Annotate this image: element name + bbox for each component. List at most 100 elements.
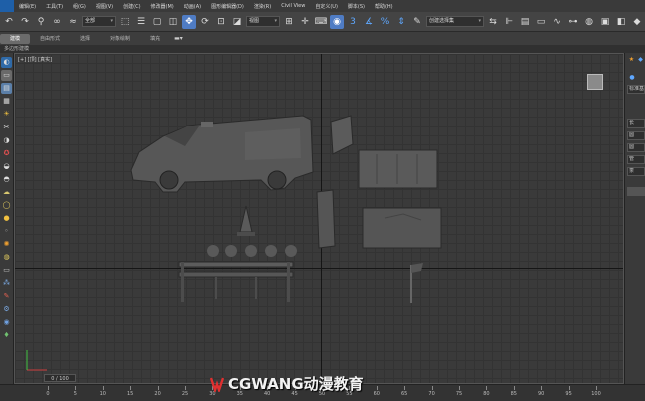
menu-animation[interactable]: 动画(A) (179, 3, 206, 10)
tool-icon-15[interactable]: ✺ (1, 239, 12, 250)
door-model[interactable] (315, 188, 337, 250)
menu-customize[interactable]: 自定义(U) (310, 3, 343, 10)
tab-object-paint[interactable]: 对象绘制 (100, 35, 140, 42)
tool-icon-8[interactable]: ✪ (1, 148, 12, 159)
modify-panel-icon[interactable]: ◆ (637, 55, 644, 63)
snap-3d-icon[interactable]: 3 (346, 15, 360, 29)
select-scale-icon[interactable]: ⊡ (214, 15, 228, 29)
align-icon[interactable]: ⊩ (502, 15, 516, 29)
tool-icon-10[interactable]: ◓ (1, 174, 12, 185)
mirror-icon[interactable]: ⇆ (486, 15, 500, 29)
tool-icon-13[interactable]: ● (1, 213, 12, 224)
reference-coordinate-dropdown[interactable]: 视图 ▾ (246, 16, 280, 27)
selection-filter-dropdown[interactable]: 全部 ▾ (82, 16, 116, 27)
tool-icon-16[interactable]: ◍ (1, 252, 12, 263)
curve-editor-icon[interactable]: ∿ (550, 15, 564, 29)
viewcube[interactable] (587, 74, 603, 90)
tool-icon-20[interactable]: ⚙ (1, 304, 12, 315)
tool-icon-19[interactable]: ✎ (1, 291, 12, 302)
door-panel-model[interactable] (327, 114, 355, 156)
toggle-layer-icon[interactable]: ▤ (518, 15, 532, 29)
redo-icon[interactable]: ↷ (18, 15, 32, 29)
app-icon[interactable] (0, 0, 14, 12)
polygon-modeling-label[interactable]: 多边形建模 (0, 46, 29, 52)
box-button[interactable]: 长 (627, 119, 645, 128)
tool-icon-14[interactable]: ◦ (1, 226, 12, 237)
menu-civil-view[interactable]: Civil View (276, 3, 310, 9)
cylinder-button[interactable]: 圆 (627, 143, 645, 152)
named-selection-dropdown[interactable]: 创建选择集 ▾ (426, 16, 484, 27)
render-production-icon[interactable]: ◆ (630, 15, 644, 29)
tool-icon-22[interactable]: ♦ (1, 330, 12, 341)
ambulance-model[interactable] (125, 112, 325, 196)
time-slider[interactable]: 0 / 100 (44, 374, 76, 382)
schematic-view-icon[interactable]: ⊶ (566, 15, 580, 29)
traffic-cone-model[interactable] (235, 204, 257, 238)
name-field[interactable] (627, 187, 645, 196)
tool-icon-18[interactable]: ⁂ (1, 278, 12, 289)
toggle-ribbon-icon[interactable]: ▭ (534, 15, 548, 29)
menu-create[interactable]: 创建(C) (118, 3, 145, 10)
menu-rendering[interactable]: 渲染(R) (249, 3, 276, 10)
placement-icon[interactable]: ◪ (230, 15, 244, 29)
menu-group[interactable]: 组(G) (68, 3, 91, 10)
viewport-label[interactable]: [+] [顶] [真实] (18, 56, 52, 63)
snaps-toggle-icon[interactable]: ◉ (330, 14, 344, 29)
tube-button[interactable]: 管 (627, 155, 645, 164)
select-by-name-icon[interactable]: ☰ (134, 15, 148, 29)
tool-icon-3[interactable]: ▤ (1, 83, 12, 94)
select-rotate-icon[interactable]: ⟳ (198, 15, 212, 29)
select-manipulate-icon[interactable]: ✛ (298, 15, 312, 29)
tab-modeling[interactable]: 建模 (0, 33, 31, 44)
edit-named-selection-icon[interactable]: ✎ (410, 15, 424, 29)
barrier-model[interactable] (175, 258, 297, 304)
tab-selection[interactable]: 选择 (70, 35, 100, 42)
tool-icon-21[interactable]: ◉ (1, 317, 12, 328)
select-move-icon[interactable]: ✥ (182, 14, 196, 29)
menu-scripting[interactable]: 脚本(S) (343, 3, 370, 10)
viewport-top[interactable]: [+] [顶] [真实] (14, 53, 624, 384)
material-editor-icon[interactable]: ◍ (582, 15, 596, 29)
tab-freeform[interactable]: 自由形式 (30, 35, 70, 42)
menu-tools[interactable]: 工具(T) (41, 3, 68, 10)
create-tool-icon[interactable]: ◐ (1, 57, 12, 68)
menu-graph-editors[interactable]: 图形编辑器(D) (206, 3, 249, 10)
tool-icon-6[interactable]: ✂ (1, 122, 12, 133)
tool-icon-17[interactable]: ▭ (1, 265, 12, 276)
tool-icon-9[interactable]: ◒ (1, 161, 12, 172)
menu-view[interactable]: 视图(V) (91, 3, 118, 10)
tool-icon-12[interactable]: ◯ (1, 200, 12, 211)
menu-modifiers[interactable]: 修改器(M) (146, 3, 179, 10)
undo-icon[interactable]: ↶ (2, 15, 16, 29)
bind-space-warp-icon[interactable]: ≈ (66, 15, 80, 29)
render-setup-icon[interactable]: ▣ (598, 15, 612, 29)
rendered-frame-icon[interactable]: ◧ (614, 15, 628, 29)
spinner-snap-icon[interactable]: ⇕ (394, 15, 408, 29)
tool-icon-4[interactable]: ▦ (1, 96, 12, 107)
flag-model[interactable] (407, 259, 427, 305)
menu-help[interactable]: 帮助(H) (370, 3, 398, 10)
angle-snap-icon[interactable]: ∡ (362, 15, 376, 29)
ribbon-options-icon[interactable]: ▬▾ (170, 35, 187, 42)
select-object-icon[interactable]: ⬚ (118, 15, 132, 29)
teapot-button[interactable]: 茶 (627, 167, 645, 176)
stall-model-1[interactable] (357, 148, 439, 190)
keyboard-shortcut-icon[interactable]: ⌨ (314, 15, 328, 29)
percent-snap-icon[interactable]: % (378, 15, 392, 29)
create-panel-icon[interactable]: ★ (628, 55, 635, 63)
pivot-center-icon[interactable]: ⊞ (282, 15, 296, 29)
rectangular-selection-icon[interactable]: ▢ (150, 15, 164, 29)
light-icon[interactable]: ☀ (1, 109, 12, 120)
unlink-icon[interactable]: ∞ (50, 15, 64, 29)
link-icon[interactable]: ⚲ (34, 15, 48, 29)
tool-icon-11[interactable]: ☁ (1, 187, 12, 198)
tool-icon-2[interactable]: ▭ (1, 70, 12, 81)
geometry-icon[interactable]: ● (628, 73, 636, 81)
menu-edit[interactable]: 编辑(E) (14, 3, 41, 10)
window-crossing-icon[interactable]: ◫ (166, 15, 180, 29)
tool-icon-7[interactable]: ◑ (1, 135, 12, 146)
object-type-dropdown[interactable]: 标准基 (627, 85, 645, 94)
cone-button[interactable]: 圆 (627, 131, 645, 140)
tab-populate[interactable]: 填充 (140, 35, 170, 42)
stall-model-2[interactable] (361, 206, 443, 250)
